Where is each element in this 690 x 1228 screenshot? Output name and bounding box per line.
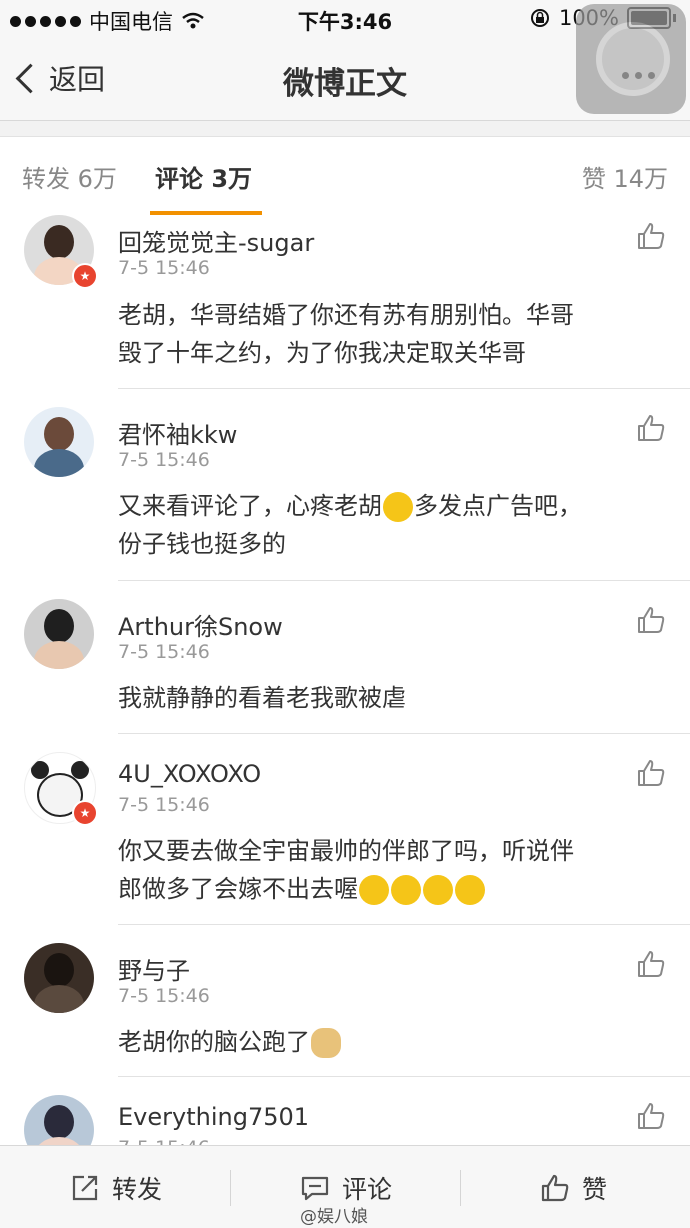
comment-time: 7-5 15:46 <box>118 794 210 816</box>
tab-comment[interactable]: 评论 3万 <box>155 159 252 194</box>
comment-username[interactable]: 4U_XOXOXO <box>118 760 261 788</box>
comment-text: 我就静静的看着老我歌被虐 <box>118 679 658 717</box>
thinking-emoji-icon <box>359 875 389 905</box>
comment-text: 老胡你的脑公跑了 <box>118 1023 658 1061</box>
comment-text-part: 郎做多了会嫁不出去喔 <box>118 875 358 903</box>
comment-time: 7-5 15:46 <box>118 257 210 279</box>
comment-text: 又来看评论了，心疼老胡 多发点广告吧， 份子钱也挺多的 <box>118 487 658 563</box>
comment-text-line: 份子钱也挺多的 <box>118 530 286 558</box>
comment-item: Arthur徐Snow 7-5 15:46 我就静静的看着老我歌被虐 <box>0 581 690 734</box>
comment-username[interactable]: 野与子 <box>118 951 190 986</box>
comment-time: 7-5 15:46 <box>118 641 210 663</box>
rotation-lock-icon <box>530 9 549 27</box>
like-label: 赞 <box>582 1175 608 1204</box>
share-icon <box>72 1175 98 1201</box>
assistive-touch-icon <box>596 22 670 96</box>
comment-text-part: 老胡你的脑公跑了 <box>118 1028 310 1056</box>
comment-text-line: 我就静静的看着老我歌被虐 <box>118 684 406 712</box>
thumbs-up-icon[interactable] <box>636 758 666 788</box>
kiss-emoji-icon <box>455 875 485 905</box>
comment-text-part: 多发点广告吧， <box>414 492 582 520</box>
comment-button[interactable]: 评论 <box>300 1170 392 1206</box>
avatar[interactable] <box>24 599 94 669</box>
comment-text-part: 又来看评论了，心疼老胡 <box>118 492 382 520</box>
thumbs-up-icon[interactable] <box>636 949 666 979</box>
comment-text-line: 老胡你的脑公跑了 <box>118 1023 658 1061</box>
laugh-cry-emoji-icon <box>383 492 413 522</box>
comment-text-line: 又来看评论了，心疼老胡 多发点广告吧， <box>118 487 658 525</box>
thumbs-up-icon[interactable] <box>636 221 666 251</box>
like-button[interactable]: 赞 <box>540 1170 607 1206</box>
tab-bar: 转发 6万 评论 3万 赞 14万 <box>0 136 690 216</box>
doge-emoji-icon <box>311 1028 341 1058</box>
avatar[interactable] <box>24 407 94 477</box>
comment-item: 君怀袖kkw 7-5 15:46 又来看评论了，心疼老胡 多发点广告吧， 份子钱也… <box>0 389 690 581</box>
comment-username[interactable]: 君怀袖kkw <box>118 415 237 450</box>
comment-username[interactable]: 回笼觉觉主-sugar <box>118 223 314 258</box>
comment-text-line: 老胡，华哥结婚了你还有苏有朋别怕。华哥 <box>118 301 574 329</box>
avatar[interactable] <box>24 943 94 1013</box>
thumbs-up-icon[interactable] <box>636 413 666 443</box>
thumbs-up-icon <box>541 1174 569 1202</box>
comment-text-line: 郎做多了会嫁不出去喔 <box>118 870 658 908</box>
divider <box>460 1170 461 1206</box>
repost-button[interactable]: 转发 <box>70 1170 162 1206</box>
comment-item: ★ 4U_XOXOXO 7-5 15:46 你又要去做全宇宙最帅的伴郎了吗，听说… <box>0 734 690 925</box>
tab-like[interactable]: 赞 14万 <box>582 159 668 194</box>
comment-text: 老胡，华哥结婚了你还有苏有朋别怕。华哥 毁了十年之约，为了你我决定取关华哥 <box>118 296 658 372</box>
comment-text: 你又要去做全宇宙最帅的伴郎了吗，听说伴 郎做多了会嫁不出去喔 <box>118 832 658 908</box>
tab-repost[interactable]: 转发 6万 <box>22 159 117 194</box>
comment-username[interactable]: Arthur徐Snow <box>118 607 283 642</box>
avatar[interactable] <box>24 1095 94 1145</box>
thinking-emoji-icon <box>423 875 453 905</box>
repost-label: 转发 <box>112 1175 163 1204</box>
comment-time: 7-5 15:46 <box>118 1137 210 1145</box>
comment-item: 野与子 7-5 15:46 老胡你的脑公跑了 <box>0 925 690 1077</box>
comment-item: Everything7501 7-5 15:46 <box>0 1077 690 1145</box>
thinking-emoji-icon <box>391 875 421 905</box>
comment-icon <box>301 1176 329 1201</box>
watermark: @娱八娘 <box>300 1207 368 1227</box>
comment-label: 评论 <box>342 1175 393 1204</box>
vip-badge-icon: ★ <box>72 800 98 826</box>
comment-username[interactable]: Everything7501 <box>118 1103 309 1131</box>
comment-list: ★ 回笼觉觉主-sugar 7-5 15:46 老胡，华哥结婚了你还有苏有朋别怕… <box>0 215 690 1145</box>
comment-text-line: 你又要去做全宇宙最帅的伴郎了吗，听说伴 <box>118 837 574 865</box>
comment-time: 7-5 15:46 <box>118 985 210 1007</box>
divider <box>230 1170 231 1206</box>
more-icon <box>622 72 655 79</box>
more-button[interactable] <box>576 4 686 114</box>
vip-badge-icon: ★ <box>72 263 98 289</box>
comment-time: 7-5 15:46 <box>118 449 210 471</box>
thumbs-up-icon[interactable] <box>636 605 666 635</box>
thumbs-up-icon[interactable] <box>636 1101 666 1131</box>
comment-text-line: 毁了十年之约，为了你我决定取关华哥 <box>118 339 526 367</box>
comment-item: ★ 回笼觉觉主-sugar 7-5 15:46 老胡，华哥结婚了你还有苏有朋别怕… <box>0 215 690 389</box>
